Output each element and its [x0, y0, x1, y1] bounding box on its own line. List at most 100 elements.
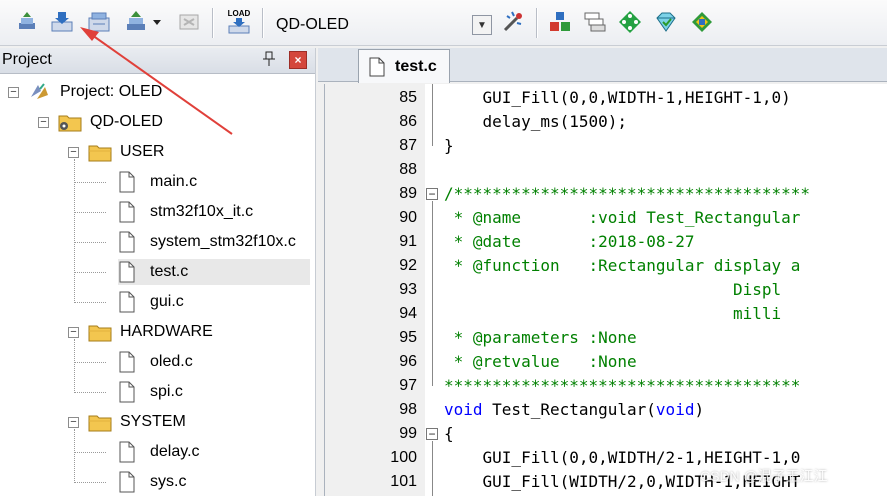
line-number: 87 — [399, 137, 417, 154]
collapse-toggle-icon[interactable]: − — [68, 147, 79, 158]
file-icon — [118, 471, 148, 493]
fold-guide — [432, 201, 433, 386]
rebuild-icon[interactable] — [86, 9, 112, 35]
file-icon — [118, 171, 148, 193]
fold-toggle-icon[interactable]: − — [426, 188, 438, 200]
chevron-down-icon[interactable]: ▼ — [472, 15, 492, 35]
code-text: void Test_Rectangular(void) — [444, 400, 705, 419]
code-line: 90 * @name :void Test_Rectangular — [325, 206, 887, 230]
line-number: 98 — [399, 401, 417, 418]
line-number: 89 — [399, 185, 417, 202]
folder-icon — [88, 322, 118, 342]
code-line: 88 — [325, 158, 887, 182]
tree-connector — [74, 182, 106, 183]
tree-item-label: oled.c — [150, 353, 193, 370]
code-text: /************************************* — [444, 184, 811, 203]
tree-folder-item[interactable]: SYSTEM — [88, 409, 186, 435]
code-text: * @parameters :None — [444, 328, 637, 347]
tree-target-item[interactable]: QD-OLED — [58, 109, 163, 135]
pin-icon[interactable] — [262, 51, 276, 70]
tree-file-item[interactable]: gui.c — [118, 289, 184, 315]
line-number: 90 — [399, 209, 417, 226]
line-number: 86 — [399, 113, 417, 130]
download-icon[interactable]: LOAD — [224, 9, 254, 35]
code-text: * @date :2018-08-27 — [444, 232, 695, 251]
tree-folder-item[interactable]: HARDWARE — [88, 319, 213, 345]
tree-item-label: QD-OLED — [90, 113, 163, 130]
dropdown-icon[interactable] — [150, 9, 164, 35]
file-icon — [118, 291, 148, 313]
tree-connector — [74, 452, 106, 453]
code-text: * @name :void Test_Rectangular — [444, 208, 801, 227]
tree-file-item[interactable]: oled.c — [118, 349, 193, 375]
build-icon[interactable] — [49, 9, 75, 35]
collapse-toggle-icon[interactable]: − — [68, 327, 79, 338]
line-number: 93 — [399, 281, 417, 298]
tree-file-item[interactable]: sys.c — [118, 469, 186, 495]
line-number: 94 — [399, 305, 417, 322]
close-icon[interactable]: × — [289, 51, 307, 69]
code-line: 94 milli — [325, 302, 887, 326]
tree-connector — [74, 392, 106, 393]
tree-connector — [74, 362, 106, 363]
tree-item-label: main.c — [150, 173, 198, 190]
target-options-icon[interactable] — [500, 9, 526, 35]
manage-components-icon[interactable] — [547, 9, 573, 35]
code-line: 93 Displ — [325, 278, 887, 302]
collapse-toggle-icon[interactable]: − — [8, 87, 19, 98]
tree-file-item[interactable]: stm32f10x_it.c — [118, 199, 253, 225]
code-text: * @function :Rectangular display a — [444, 256, 801, 275]
fold-toggle-icon[interactable]: − — [426, 428, 438, 440]
code-text: delay_ms(1500); — [444, 112, 628, 131]
code-text: { — [444, 424, 454, 443]
file-icon — [118, 231, 148, 253]
code-line: 96 * @retvalue :None — [325, 350, 887, 374]
line-number: 88 — [399, 161, 417, 178]
code-text: ************************************* — [444, 376, 801, 395]
tree-file-item[interactable]: delay.c — [118, 439, 200, 465]
project-panel-header: Project × — [0, 48, 315, 74]
tree-file-item[interactable]: test.c — [118, 259, 310, 285]
line-number: 97 — [399, 377, 417, 394]
file-icon — [118, 351, 148, 373]
target-select[interactable]: QD-OLED ▼ — [268, 12, 492, 38]
translate-icon[interactable] — [14, 9, 40, 35]
line-number: 85 — [399, 89, 417, 106]
code-line: 85 GUI_Fill(0,0,WIDTH-1,HEIGHT-1,0) — [325, 86, 887, 110]
run-env-icon[interactable] — [617, 9, 643, 35]
tree-project-item[interactable]: Project: OLED — [28, 79, 162, 105]
line-number: 99 — [399, 425, 417, 442]
batch-build-icon[interactable] — [123, 9, 149, 35]
code-line: 97 ************************************* — [325, 374, 887, 398]
code-text: Displ — [444, 280, 782, 299]
code-line: 91 * @date :2018-08-27 — [325, 230, 887, 254]
code-line: 89 /************************************* — [325, 182, 887, 206]
code-text: GUI_Fill(0,0,WIDTH-1,HEIGHT-1,0) — [444, 88, 791, 107]
tree-file-item[interactable]: main.c — [118, 169, 197, 195]
tree-connector — [74, 272, 106, 273]
collapse-toggle-icon[interactable]: − — [38, 117, 49, 128]
tree-item-label: Project: OLED — [60, 83, 163, 100]
tree-file-item[interactable]: spi.c — [118, 379, 183, 405]
line-number: 101 — [390, 473, 417, 490]
editor-tab-bar: test.c — [318, 48, 887, 83]
code-editor[interactable]: 85 GUI_Fill(0,0,WIDTH-1,HEIGHT-1,0) 86 de… — [324, 84, 887, 496]
code-line: 98 void Test_Rectangular(void) — [325, 398, 887, 422]
stop-build-icon[interactable] — [176, 9, 202, 35]
keil-uvision-window: LOAD QD-OLED ▼ Project × Project: OLED −… — [0, 0, 887, 496]
tree-folder-item[interactable]: USER — [88, 139, 164, 165]
project-panel: Project × Project: OLED − QD-OLED − USER − mai… — [0, 48, 316, 496]
fold-guide — [432, 84, 433, 146]
code-line: 95 * @parameters :None — [325, 326, 887, 350]
folder-icon — [88, 142, 118, 162]
collapse-toggle-icon[interactable]: − — [68, 417, 79, 428]
tree-connector — [74, 429, 75, 483]
toolbar-separator — [536, 8, 537, 38]
gem-icon[interactable] — [653, 9, 679, 35]
tree-item-label: HARDWARE — [120, 323, 213, 340]
folder-icon — [88, 412, 118, 432]
tree-file-item[interactable]: system_stm32f10x.c — [118, 229, 296, 255]
select-packs-icon[interactable] — [582, 9, 608, 35]
tab-test-c[interactable]: test.c — [358, 49, 450, 83]
pack-installer-icon[interactable] — [689, 9, 715, 35]
